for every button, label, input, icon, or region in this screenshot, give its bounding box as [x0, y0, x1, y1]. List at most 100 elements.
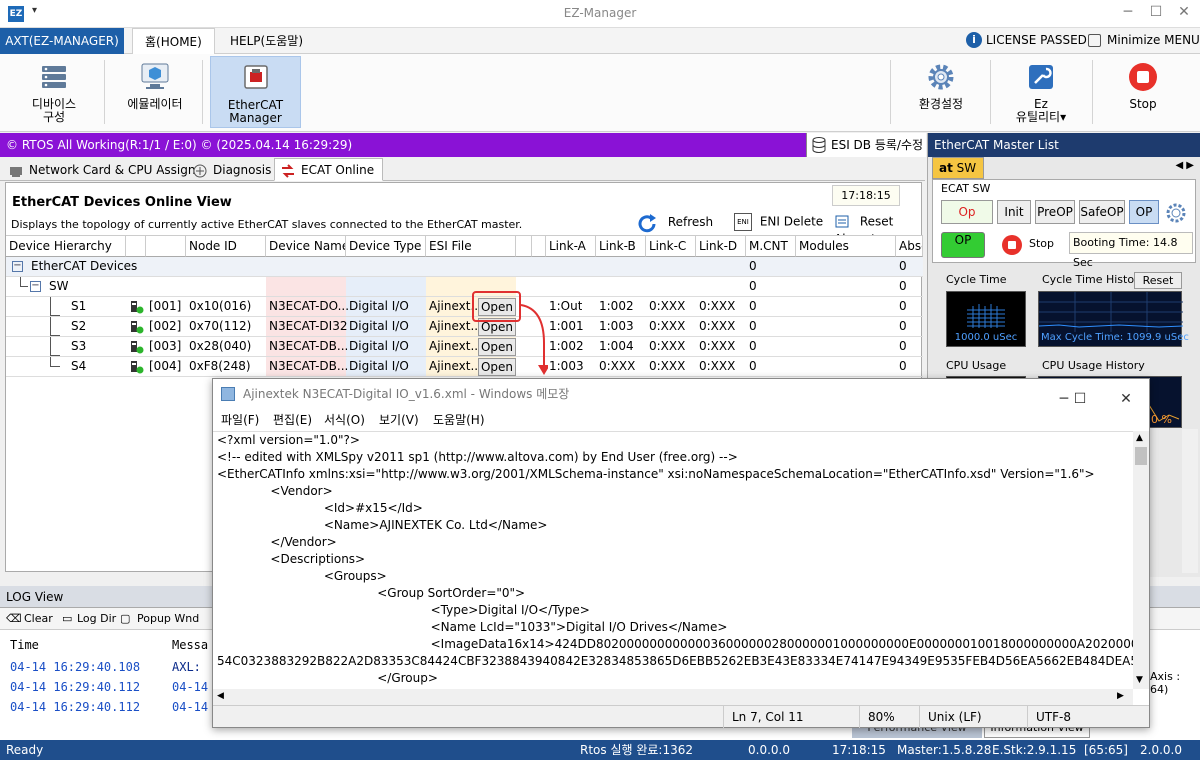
- col-link-b[interactable]: Link-B: [596, 235, 646, 257]
- menu-file[interactable]: 파일(F): [221, 409, 259, 431]
- stop-label: Stop: [1129, 97, 1157, 111]
- close-button[interactable]: ✕: [1172, 4, 1196, 20]
- minimize-button[interactable]: ─: [1116, 4, 1140, 20]
- slave-row[interactable]: S2 [002] 0x70(112) N3ECAT-DI32 Digital I/O Aj…: [6, 317, 923, 337]
- eni-delete-button[interactable]: ENI ENI Delete: [734, 213, 823, 231]
- scroll-right-icon[interactable]: ▶: [1117, 691, 1124, 701]
- popup-wnd-button[interactable]: Popup Wnd: [137, 608, 199, 630]
- col-mcnt[interactable]: M.CNT: [746, 235, 796, 257]
- eraser-icon: ⌫: [6, 612, 22, 625]
- slave-device-name: N3ECAT-DB...: [269, 359, 349, 373]
- menu-format[interactable]: 서식(O): [324, 409, 365, 431]
- col-device-hierarchy[interactable]: Device Hierarchy: [6, 235, 126, 257]
- stop-label[interactable]: Stop: [1029, 237, 1054, 250]
- tab-network-card-label: Network Card & CPU Assign: [29, 163, 196, 177]
- tree-root-row[interactable]: − EtherCAT Devices 0 0: [6, 257, 923, 277]
- notepad-horizontal-scrollbar[interactable]: ◀ ▶: [213, 689, 1133, 705]
- slave-name: S1: [71, 299, 87, 313]
- slave-link-d: 0:XXX: [699, 359, 736, 373]
- app-menu-tab[interactable]: AXT(EZ-MANAGER): [0, 28, 124, 54]
- slave-row[interactable]: S1 [001] 0x10(016) N3ECAT-DO... Digital I/O A…: [6, 297, 923, 317]
- sw-tab-prefix: at: [939, 161, 953, 175]
- notepad-window[interactable]: Ajinextek N3ECAT-Digital IO_v1.6.xml - W…: [212, 378, 1150, 728]
- sw-tab[interactable]: at SW: [932, 157, 984, 179]
- slave-link-b: 1:004: [599, 339, 634, 353]
- log-msg-3: 04-14: [172, 700, 209, 714]
- notepad-line: <Vendor>: [217, 484, 333, 498]
- col-modules[interactable]: Modules: [796, 235, 896, 257]
- tab-help[interactable]: HELP(도움말): [218, 28, 315, 54]
- ethercat-manager-button[interactable]: EtherCAT Manager: [210, 56, 301, 128]
- col-link-d[interactable]: Link-D: [696, 235, 746, 257]
- log-dir-button[interactable]: Log Dir: [77, 608, 116, 630]
- emulator-button[interactable]: 에뮬레이터: [116, 56, 194, 128]
- scroll-left-icon[interactable]: ◀: [217, 691, 224, 701]
- cpu-usage-label: CPU Usage: [946, 359, 1007, 372]
- tab-network-card[interactable]: Network Card & CPU Assign: [2, 158, 204, 181]
- menu-help[interactable]: 도움말(H): [433, 409, 485, 431]
- state-op-current[interactable]: Op: [941, 200, 993, 224]
- notepad-line: </Vendor>: [217, 535, 337, 549]
- col-esi-file[interactable]: ESI File: [426, 235, 516, 257]
- right-scrollbar[interactable]: [1182, 429, 1198, 573]
- col-blank-1[interactable]: [126, 235, 146, 257]
- slave-link-d: 0:XXX: [699, 299, 736, 313]
- ecat-sw-box: ECAT SW Op Init PreOP SafeOP OP OP Stop …: [932, 179, 1196, 269]
- tree-sw-row[interactable]: − SW 0 0: [6, 277, 923, 297]
- menu-view[interactable]: 보기(V): [379, 409, 419, 431]
- col-link-a[interactable]: Link-A: [546, 235, 596, 257]
- eni-icon-text: ENI: [737, 218, 749, 226]
- maximize-button[interactable]: ☐: [1144, 4, 1168, 20]
- eni-delete-label: ENI Delete: [759, 214, 824, 229]
- notepad-title-bar[interactable]: Ajinextek N3ECAT-Digital IO_v1.6.xml - W…: [213, 379, 1149, 409]
- slave-row[interactable]: S4 [004] 0xF8(248) N3ECAT-DB... Digital I/O A…: [6, 357, 923, 377]
- slave-node-id: 0x10(016): [189, 299, 252, 313]
- cycle-history-monitor: Max Cycle Time: 1099.9 uSec: [1038, 291, 1189, 347]
- minimize-menu-checkbox[interactable]: [1088, 34, 1101, 47]
- tab-scroll-arrows[interactable]: ◀ ▶: [1175, 160, 1194, 171]
- col-blank-4[interactable]: [532, 235, 546, 257]
- col-device-type[interactable]: Device Type: [346, 235, 426, 257]
- col-link-c[interactable]: Link-C: [646, 235, 696, 257]
- refresh-button[interactable]: Refresh: [636, 213, 713, 233]
- notepad-vertical-scrollbar[interactable]: ▲ ▼: [1133, 431, 1149, 689]
- slave-mcnt: 0: [749, 319, 757, 333]
- device-name-bg: [266, 277, 346, 296]
- esi-open-button[interactable]: Open: [478, 338, 516, 356]
- stop-button[interactable]: Stop: [1104, 56, 1182, 128]
- gear-icon[interactable]: [1165, 202, 1187, 224]
- log-msg-2: 04-14: [172, 680, 209, 694]
- state-init-button[interactable]: Init: [997, 200, 1031, 224]
- col-blank-3[interactable]: [516, 235, 532, 257]
- col-blank-2[interactable]: [146, 235, 186, 257]
- col-device-name[interactable]: Device Name: [266, 235, 346, 257]
- scroll-up-icon[interactable]: ▲: [1136, 433, 1143, 443]
- device-config-button[interactable]: 디바이스 구성: [16, 56, 92, 128]
- state-safeop-button[interactable]: SafeOP: [1079, 200, 1125, 224]
- scroll-down-icon[interactable]: ▼: [1136, 675, 1143, 685]
- col-node-id[interactable]: Node ID: [186, 235, 266, 257]
- log-col-time: Time: [10, 638, 39, 652]
- refresh-icon: [636, 213, 656, 233]
- reset-button[interactable]: Reset: [1134, 272, 1182, 289]
- esi-db-button[interactable]: ESI DB 등록/수정: [806, 133, 926, 157]
- col-absent[interactable]: Absent: [896, 235, 923, 257]
- stop-icon[interactable]: [1001, 234, 1023, 256]
- collapse-icon[interactable]: −: [30, 281, 41, 292]
- tab-diagnosis[interactable]: Diagnosis: [186, 158, 280, 181]
- tab-home[interactable]: 홈(HOME): [132, 28, 215, 55]
- tab-ecat-online[interactable]: ECAT Online: [274, 158, 384, 181]
- slave-link-a: 1:001: [549, 319, 584, 333]
- ez-utility-button[interactable]: Ez 유틸리티▾: [998, 56, 1084, 128]
- collapse-icon[interactable]: −: [12, 261, 23, 272]
- notepad-scroll-thumb[interactable]: [1135, 447, 1147, 465]
- esi-open-button[interactable]: Open: [478, 358, 516, 376]
- state-preop-button[interactable]: PreOP: [1035, 200, 1075, 224]
- state-op-button[interactable]: OP: [1129, 200, 1159, 224]
- settings-button[interactable]: 환경설정: [900, 56, 982, 128]
- minimize-menu-label[interactable]: Minimize MENU: [1107, 33, 1200, 47]
- notepad-text-area[interactable]: <?xml version="1.0"?> <!-- edited with XM…: [213, 431, 1133, 689]
- menu-edit[interactable]: 편집(E): [273, 409, 312, 431]
- clear-button[interactable]: Clear: [24, 608, 53, 630]
- slave-row[interactable]: S3 [003] 0x28(040) N3ECAT-DB... Digital I/O A…: [6, 337, 923, 357]
